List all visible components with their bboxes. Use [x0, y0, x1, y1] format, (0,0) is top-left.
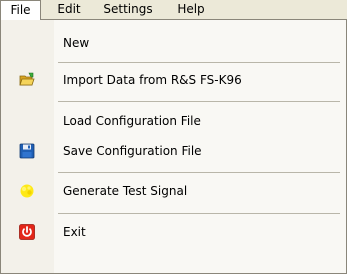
menu-help[interactable]: Help — [169, 0, 213, 19]
menu-separator — [58, 172, 340, 173]
menu-item-label: Exit — [63, 225, 86, 239]
menu-item-label: Import Data from R&S FS-K96 — [63, 73, 242, 87]
menu-bar: File Edit Settings Help — [0, 0, 347, 21]
menu-separator — [58, 62, 340, 63]
menu-item-load-config[interactable]: Load Configuration File — [1, 106, 346, 136]
menu-file[interactable]: File — [0, 0, 41, 20]
menu-item-save-config[interactable]: Save Configuration File — [1, 136, 346, 166]
floppy-disk-icon — [19, 143, 35, 159]
signal-icon — [19, 183, 35, 199]
menu-item-label: New — [63, 36, 90, 50]
menu-separator — [58, 101, 340, 102]
folder-open-icon — [19, 72, 35, 88]
menu-item-new[interactable]: New — [1, 28, 346, 58]
file-dropdown-menu: New Import Data from R&S FS-K96 Load Con… — [0, 19, 347, 274]
menu-separator — [58, 213, 340, 214]
menu-edit[interactable]: Edit — [49, 0, 89, 19]
menu-item-label: Save Configuration File — [63, 144, 202, 158]
menu-item-import[interactable]: Import Data from R&S FS-K96 — [1, 65, 346, 95]
menu-item-label: Generate Test Signal — [63, 184, 188, 198]
menu-item-exit[interactable]: Exit — [1, 217, 346, 247]
menu-item-label: Load Configuration File — [63, 114, 201, 128]
power-icon — [19, 224, 35, 240]
menu-settings[interactable]: Settings — [97, 0, 159, 19]
menu-item-generate-test-signal[interactable]: Generate Test Signal — [1, 176, 346, 206]
